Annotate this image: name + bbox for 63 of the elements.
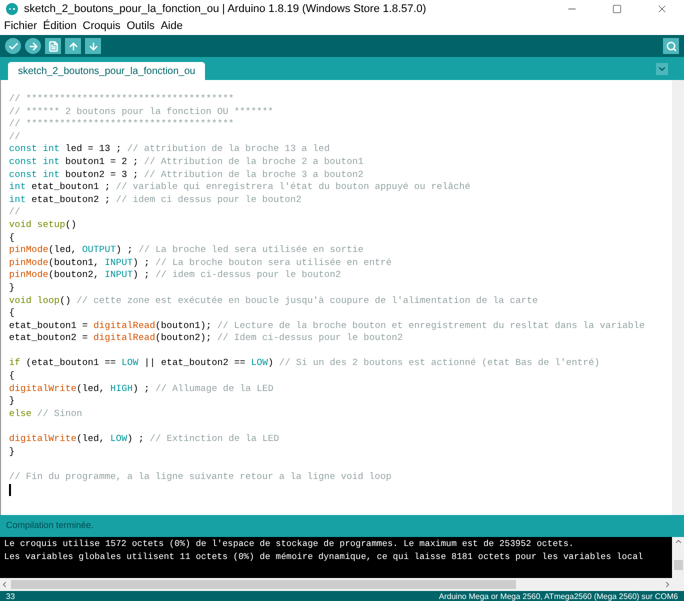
code-line: const int bouton1 = 2 ; // Attribution de la broche 2 a bouton1 bbox=[9, 156, 364, 169]
scrollbar-thumb[interactable] bbox=[11, 580, 516, 589]
code-line: // bbox=[9, 130, 20, 144]
menu-item[interactable]: Croquis bbox=[82, 18, 121, 35]
save-button[interactable] bbox=[85, 38, 101, 54]
code-line: } bbox=[9, 446, 15, 458]
code-line: const int bouton2 = 3 ; // Attribution de la broche 3 a bouton2 bbox=[9, 168, 364, 182]
code-line: etat_bouton2 = digitalRead(bouton2); // Idem ci-dessus pour le bouton2 bbox=[9, 332, 403, 345]
upload-button[interactable] bbox=[25, 38, 41, 54]
maximize-icon bbox=[612, 4, 622, 14]
horizontal-scrollbar[interactable] bbox=[0, 578, 684, 591]
chevron-down-icon bbox=[657, 64, 667, 74]
code-line: digitalWrite(led, LOW) ; // Extinction de la LED bbox=[9, 433, 280, 446]
code-line: int etat_bouton1 ; // variable qui enregistrera l'état du bouton appuyé ou relâché bbox=[9, 181, 470, 194]
scroll-right-icon[interactable] bbox=[663, 580, 672, 589]
open-button[interactable] bbox=[65, 38, 81, 54]
code-line: void setup() bbox=[9, 218, 77, 232]
code-line: etat_bouton1 = digitalRead(bouton1); // Lecture de la broche bouton et enregistrement du resltat dans la variable bbox=[9, 320, 645, 332]
vertical-scrollbar[interactable] bbox=[672, 80, 684, 515]
window-title: sketch_2_boutons_pour_la_fonction_ou | Arduino 1.8.19 (Windows Store 1.8.57.0) bbox=[24, 2, 426, 17]
code-line: // ****** 2 boutons pour la fonction OU ******* bbox=[9, 106, 274, 118]
scroll-left-icon[interactable] bbox=[0, 580, 9, 589]
app-logo-icon bbox=[6, 3, 18, 15]
console-line: Le croquis utilise 1572 octets (0%) de l'espace de stockage de programmes. Le maximum est de 253952 octets. bbox=[4, 538, 574, 551]
menu-item[interactable]: Fichier bbox=[4, 18, 38, 35]
code-line: { bbox=[9, 232, 15, 244]
serial-monitor-button[interactable] bbox=[663, 38, 679, 54]
code-line: const int led = 13 ; // attribution de la broche 13 a led bbox=[9, 143, 330, 156]
code-line: pinMode(led, OUTPUT) ; // La broche led sera utilisée en sortie bbox=[9, 244, 364, 257]
menu-item[interactable]: Édition bbox=[43, 18, 77, 35]
code-line: pinMode(bouton2, INPUT) ; // idem ci-dessus pour le bouton2 bbox=[9, 269, 341, 282]
scrollbar-thumb[interactable] bbox=[674, 560, 682, 570]
code-line: } bbox=[9, 395, 15, 408]
code-line: int etat_bouton2 ; // idem ci dessus pour le bouton2 bbox=[9, 194, 302, 206]
search-icon bbox=[666, 40, 676, 52]
code-line: digitalWrite(led, HIGH) ; // Allumage de la LED bbox=[9, 382, 274, 396]
code-line: // Fin du programme, a la ligne suivante retour a la ligne void loop bbox=[9, 470, 392, 484]
board-info: Arduino Mega or Mega 2560, ATmega2560 (Mega 2560) sur COM6 bbox=[438, 591, 678, 601]
code-line: { bbox=[9, 370, 15, 383]
code-line: void loop() // cette zone est exécutée en boucle jusqu'à coupure de l'alimentation de la carte bbox=[9, 294, 538, 308]
menu-item[interactable]: Aide bbox=[160, 18, 183, 35]
right-arrow-icon bbox=[28, 40, 38, 52]
line-number: 33 bbox=[6, 591, 15, 601]
document-icon bbox=[48, 40, 58, 52]
down-arrow-icon bbox=[88, 40, 98, 52]
code-line: } bbox=[9, 282, 15, 294]
scroll-up-icon[interactable] bbox=[674, 537, 682, 546]
sketch-tab[interactable]: sketch_2_boutons_pour_la_fonction_ou bbox=[8, 62, 206, 80]
text-cursor bbox=[9, 484, 11, 496]
tab-menu-button[interactable] bbox=[656, 63, 668, 75]
console-line: Les variables globales utilisent 11 octets (0%) de mémoire dynamique, ce qui laisse 8181 octets pour les variables local bbox=[4, 551, 644, 564]
code-line: pinMode(bouton1, INPUT) ; // La broche bouton sera utilisée en entré bbox=[9, 256, 392, 270]
status-message: Compilation terminée. bbox=[6, 519, 94, 532]
code-line: { bbox=[9, 307, 15, 320]
code-line: // ************************************* bbox=[9, 93, 234, 106]
verify-button[interactable] bbox=[5, 38, 21, 54]
menu-item[interactable]: Outils bbox=[126, 18, 155, 35]
code-line: else // Sinon bbox=[9, 408, 82, 420]
code-line: // bbox=[9, 206, 20, 219]
code-line: // ************************************* bbox=[9, 118, 234, 131]
code-line: if (etat_bouton1 == LOW || etat_bouton2 == LOW) // Si un des 2 boutons est actionné (etat Bas de l'entré) bbox=[9, 357, 600, 370]
checkmark-icon bbox=[8, 40, 18, 52]
up-arrow-icon bbox=[68, 40, 78, 52]
